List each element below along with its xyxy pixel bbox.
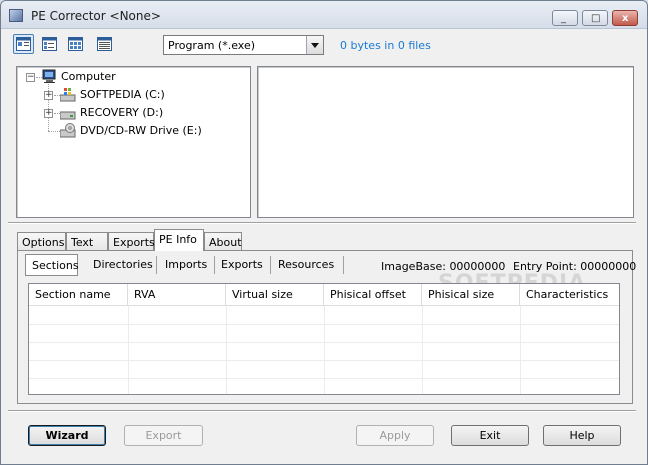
maximize-button[interactable]: □	[582, 10, 608, 26]
column-header-characteristics[interactable]: Characteristics	[520, 284, 619, 306]
title-bar[interactable]: PE Corrector <None> _ □ x	[1, 1, 647, 29]
view-list-icon	[97, 37, 112, 51]
close-button[interactable]: x	[612, 10, 638, 26]
drive-d-icon	[60, 111, 76, 120]
minimize-button[interactable]: _	[552, 10, 578, 26]
subtab-exports[interactable]: Exports	[215, 254, 271, 276]
view-details-icon	[42, 37, 57, 51]
folder-tree[interactable]: − Computer + SOFTPEDIA (C:) + RECOVERY (…	[16, 66, 251, 218]
tab-options[interactable]: Options	[17, 232, 66, 251]
main-window: PE Corrector <None> _ □ x Program (*.exe…	[0, 0, 648, 465]
dvd-drive-icon	[60, 123, 76, 138]
view-grid-icon	[68, 37, 83, 51]
sections-table[interactable]: Section name RVA Virtual size Phisical o…	[28, 283, 620, 395]
file-filter-value: Program (*.exe)	[168, 39, 256, 52]
collapse-icon[interactable]: −	[26, 73, 35, 82]
maximize-icon: □	[591, 13, 601, 24]
subtab-imports[interactable]: Imports	[159, 254, 215, 276]
expand-icon[interactable]: +	[44, 91, 53, 100]
divider	[8, 410, 636, 412]
tab-exports[interactable]: Exports	[108, 232, 155, 251]
computer-icon	[42, 69, 56, 83]
column-header-rva[interactable]: RVA	[128, 284, 226, 306]
exit-button[interactable]: Exit	[451, 425, 529, 446]
file-count-status: 0 bytes in 0 files	[340, 39, 431, 52]
app-icon	[9, 9, 23, 22]
tab-pe-info[interactable]: PE Info	[154, 229, 204, 251]
wizard-button[interactable]: Wizard	[28, 425, 106, 446]
column-header-physical-size[interactable]: Phisical size	[422, 284, 520, 306]
view-large-icons-button[interactable]	[13, 34, 34, 54]
export-button[interactable]: Export	[124, 425, 203, 446]
subtab-sections[interactable]: Sections	[25, 254, 79, 276]
chevron-down-icon[interactable]	[306, 36, 323, 54]
column-header-section-name[interactable]: Section name	[29, 284, 128, 306]
column-header-virtual-size[interactable]: Virtual size	[226, 284, 324, 306]
window-title: PE Corrector <None>	[31, 9, 161, 23]
drive-c-icon	[60, 88, 76, 102]
file-list[interactable]	[257, 66, 634, 218]
help-button[interactable]: Help	[543, 425, 621, 446]
minimize-icon: _	[561, 13, 566, 24]
expand-icon[interactable]: +	[44, 109, 53, 118]
file-filter-select[interactable]: Program (*.exe)	[163, 35, 324, 55]
close-icon: x	[622, 13, 629, 24]
apply-button[interactable]: Apply	[356, 425, 434, 446]
view-grid-button[interactable]	[65, 34, 86, 54]
divider	[8, 222, 636, 224]
subtab-resources[interactable]: Resources	[272, 254, 344, 276]
tab-text[interactable]: Text	[66, 232, 108, 251]
view-details-button[interactable]	[39, 34, 60, 54]
column-header-physical-offset[interactable]: Phisical offset	[324, 284, 422, 306]
view-list-button[interactable]	[94, 34, 115, 54]
view-large-icons-icon	[16, 37, 31, 51]
tab-about[interactable]: About	[204, 232, 242, 251]
subtab-directories[interactable]: Directories	[87, 254, 157, 276]
